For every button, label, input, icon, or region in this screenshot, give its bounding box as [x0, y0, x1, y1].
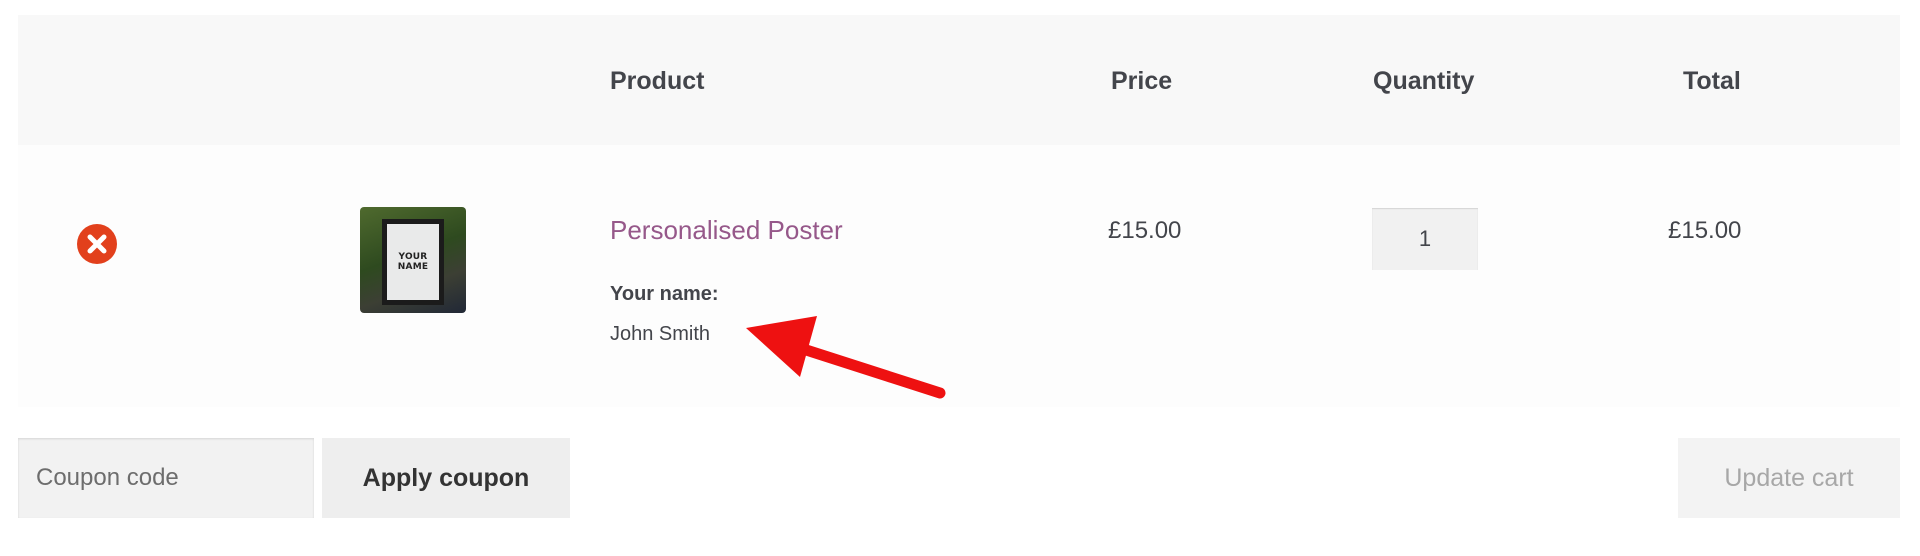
poster-frame: YOUR NAME — [382, 219, 444, 305]
remove-item-button[interactable] — [77, 224, 117, 264]
item-total: £15.00 — [1668, 217, 1742, 244]
poster-print: YOUR NAME — [387, 224, 439, 300]
poster-text-line: YOUR — [398, 252, 428, 262]
product-name-link[interactable]: Personalised Poster — [610, 215, 843, 246]
quantity-input[interactable] — [1372, 208, 1478, 270]
product-thumbnail[interactable]: YOUR NAME — [360, 207, 466, 313]
update-cart-button[interactable]: Update cart — [1678, 438, 1900, 518]
item-meta-label: Your name: — [610, 283, 719, 305]
poster-text-line: NAME — [397, 262, 429, 272]
header-total: Total — [1683, 67, 1741, 95]
cart-table: Product Price Quantity Total YOUR NAME P… — [18, 15, 1900, 407]
coupon-code-input[interactable] — [18, 438, 314, 518]
header-quantity: Quantity — [1373, 67, 1475, 95]
apply-coupon-button[interactable]: Apply coupon — [322, 438, 570, 518]
cart-table-header: Product Price Quantity Total — [18, 15, 1900, 145]
cart-item-row: YOUR NAME Personalised Poster Your name:… — [18, 145, 1900, 407]
header-product: Product — [610, 67, 705, 95]
item-meta-value: John Smith — [610, 323, 711, 345]
header-price: Price — [1111, 67, 1173, 95]
item-price: £15.00 — [1108, 217, 1182, 244]
close-circle-icon — [87, 234, 107, 254]
